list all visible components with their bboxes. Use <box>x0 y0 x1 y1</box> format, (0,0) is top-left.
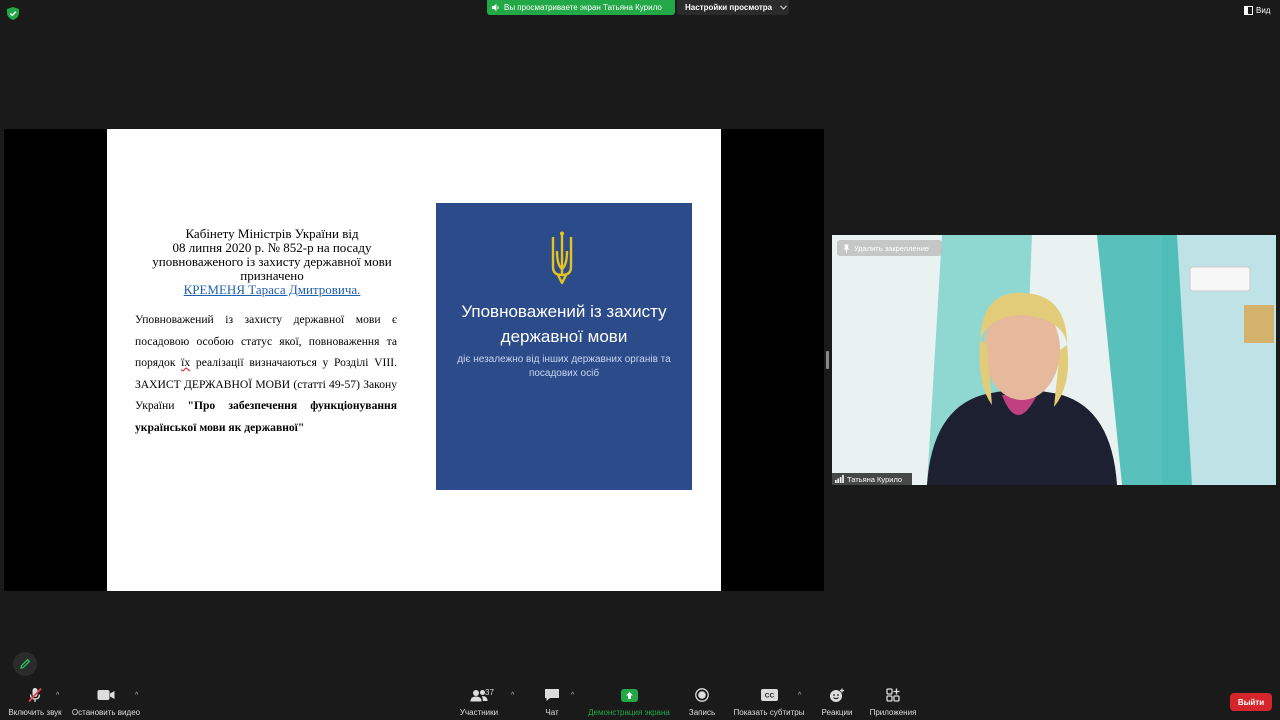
leave-label: Выйти <box>1237 697 1265 707</box>
participants-button[interactable]: 37 Участники <box>458 682 500 720</box>
participant-nametag: Татьяна Курило <box>832 473 912 485</box>
reactions-icon <box>830 688 844 702</box>
share-screen-icon <box>620 688 638 702</box>
sharing-banner-text: Вы просматриваете экран Татьяна Курило <box>504 3 662 12</box>
share-screen-button[interactable]: Демонстрация экрана <box>588 682 670 720</box>
record-button[interactable]: Запись <box>686 682 718 720</box>
view-settings-label: Настройки просмотра <box>685 3 773 12</box>
participant-video[interactable] <box>832 235 1276 485</box>
pin-icon <box>843 244 850 253</box>
chat-button[interactable]: Чат <box>540 682 564 720</box>
poster-subtitle: діє незалежно від інших державних органі… <box>457 354 671 379</box>
name-link[interactable]: КРЕМЕНЯ Тараса Дмитровича. <box>143 283 401 297</box>
mic-muted-icon <box>28 687 42 703</box>
signal-icon <box>835 475 844 483</box>
screen-share-banner: Вы просматриваете экран Татьяна Курило <box>487 0 675 15</box>
participant-name: Татьяна Курило <box>847 474 903 484</box>
heading-line-2: 08 липня 2020 р. № 852-р на посаду <box>172 240 372 255</box>
share-screen-label: Демонстрация экрана <box>588 708 670 717</box>
trident-icon <box>551 231 573 285</box>
annotate-button[interactable] <box>13 652 37 676</box>
apps-button[interactable]: Приложения <box>868 682 918 720</box>
slide-body-text: Уповноважений із захисту державної мови … <box>135 309 397 438</box>
shared-screen: Кабінету Міністрів України від 08 липня … <box>4 129 824 591</box>
unpin-label: Удалить закрепление <box>854 243 930 253</box>
pen-icon <box>20 658 31 669</box>
captions-label: Показать субтитры <box>733 708 805 717</box>
heading-line-4: призначено <box>240 268 304 283</box>
captions-icon-text: CC <box>764 693 774 700</box>
video-frame <box>832 235 1276 485</box>
stop-video-button[interactable]: Остановить видео <box>72 682 140 720</box>
speaker-icon <box>491 3 499 12</box>
captions-icon: CC <box>760 689 778 701</box>
view-icon <box>1244 6 1253 15</box>
top-bar: Вы просматриваете экран Татьяна Курило Н… <box>0 0 1280 28</box>
chat-options-caret[interactable]: ^ <box>571 692 574 699</box>
unpin-button[interactable]: Удалить закрепление <box>837 240 942 256</box>
poster-title: Уповноважений із захисту державної мови <box>461 302 667 346</box>
leave-button[interactable]: Выйти <box>1230 693 1272 711</box>
captions-options-caret[interactable]: ^ <box>798 692 801 699</box>
unmute-label: Включить звук <box>8 708 62 717</box>
chevron-down-icon <box>780 5 788 10</box>
participants-label: Участники <box>459 708 499 717</box>
slide-heading: Кабінету Міністрів України від 08 липня … <box>143 227 401 297</box>
participants-options-caret[interactable]: ^ <box>511 692 514 699</box>
apps-label: Приложения <box>869 708 917 717</box>
presentation-slide: Кабінету Міністрів України від 08 липня … <box>107 129 721 591</box>
captions-button[interactable]: CC Показать субтитры <box>734 682 804 720</box>
chat-icon <box>545 689 559 701</box>
reactions-label: Реакции <box>821 708 853 717</box>
heading-line-3: уповноваженого із захисту державної мови <box>152 254 392 269</box>
unmute-button[interactable]: Включить звук <box>6 682 64 720</box>
shield-icon[interactable] <box>7 7 19 20</box>
stop-video-label: Остановить видео <box>71 708 141 717</box>
chat-label: Чат <box>545 708 559 717</box>
video-options-caret[interactable]: ^ <box>135 692 138 699</box>
record-icon <box>695 688 709 702</box>
heading-line-1: Кабінету Міністрів України від <box>185 226 359 241</box>
record-label: Запись <box>688 708 716 717</box>
view-button[interactable]: Вид <box>1244 6 1270 15</box>
body-underlined-word: їх <box>181 356 191 369</box>
view-settings-button[interactable]: Настройки просмотра <box>677 0 789 15</box>
apps-icon <box>886 688 900 702</box>
audio-options-caret[interactable]: ^ <box>56 692 59 699</box>
camera-icon <box>97 690 115 700</box>
meeting-toolbar: Включить звук ^ Остановить видео ^ 37 Уч… <box>0 682 1280 720</box>
reactions-button[interactable]: Реакции <box>820 682 854 720</box>
participants-count: 37 <box>485 688 494 697</box>
view-label: Вид <box>1256 6 1271 15</box>
commissioner-poster: Уповноважений із захисту державної мови … <box>436 203 692 490</box>
resize-handle[interactable] <box>826 351 829 369</box>
